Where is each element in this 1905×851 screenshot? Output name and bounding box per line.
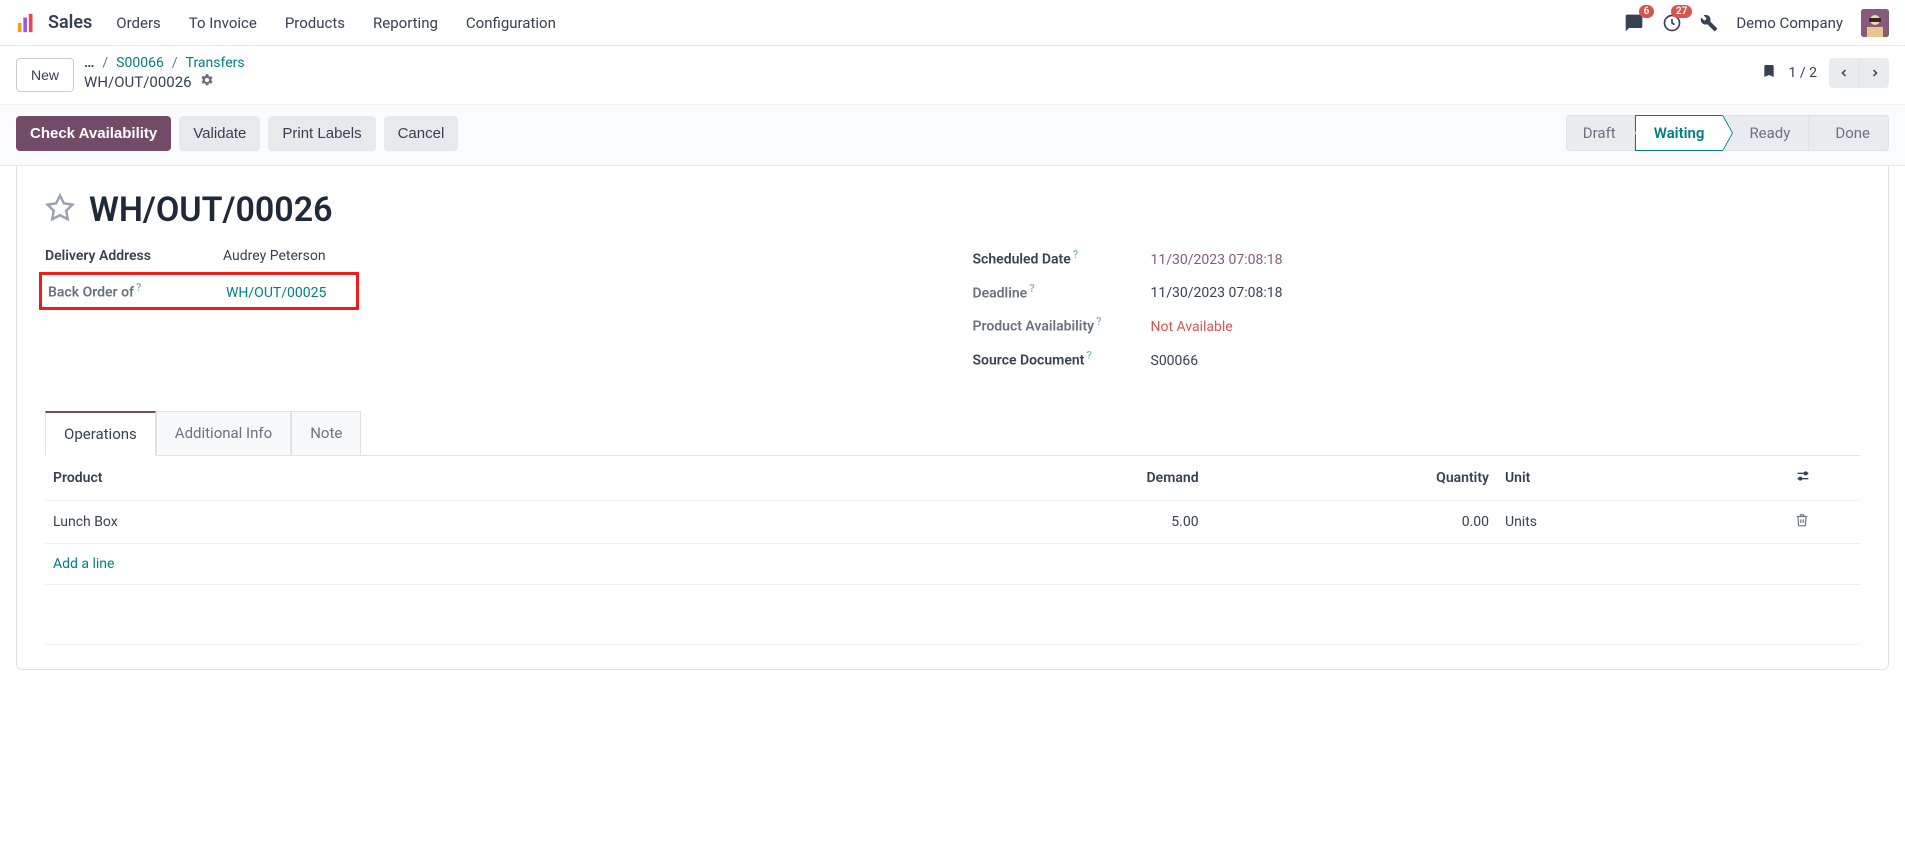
status-done[interactable]: Done bbox=[1809, 115, 1889, 151]
tabs: Operations Additional Info Note bbox=[45, 411, 1860, 456]
nav-item-orders[interactable]: Orders bbox=[116, 14, 161, 32]
pager-next-button[interactable] bbox=[1859, 58, 1889, 88]
activities-icon[interactable]: 27 bbox=[1662, 13, 1682, 33]
source-doc-value[interactable]: S00066 bbox=[1151, 353, 1199, 369]
delete-row-icon[interactable] bbox=[1787, 500, 1860, 543]
breadcrumb-link-transfers[interactable]: Transfers bbox=[186, 55, 245, 71]
breadcrumb-sep: / bbox=[172, 55, 178, 71]
help-icon[interactable]: ? bbox=[136, 281, 141, 294]
highlighted-back-order: Back Order of? WH/OUT/00025 bbox=[39, 272, 359, 310]
breadcrumb-link-order[interactable]: S00066 bbox=[116, 55, 164, 71]
messages-icon[interactable]: 6 bbox=[1624, 13, 1644, 33]
new-button[interactable]: New bbox=[16, 58, 74, 92]
nav-item-configuration[interactable]: Configuration bbox=[466, 14, 556, 32]
brand-label: Sales bbox=[48, 12, 92, 33]
top-nav: Sales Orders To Invoice Products Reporti… bbox=[0, 0, 1905, 46]
cancel-button[interactable]: Cancel bbox=[384, 116, 459, 151]
record-title: WH/OUT/00026 bbox=[89, 190, 333, 230]
deadline-label: Deadline? bbox=[973, 282, 1133, 302]
availability-value: Not Available bbox=[1151, 319, 1233, 335]
availability-label: Product Availability? bbox=[973, 315, 1133, 335]
tab-note[interactable]: Note bbox=[291, 411, 361, 455]
user-avatar[interactable] bbox=[1861, 9, 1889, 37]
left-column: Delivery Address Audrey Peterson Back Or… bbox=[45, 248, 933, 383]
pager-text[interactable]: 1 / 2 bbox=[1789, 65, 1817, 81]
breadcrumb-ellipsis[interactable]: … bbox=[84, 55, 94, 71]
delivery-address-value[interactable]: Audrey Peterson bbox=[223, 248, 326, 264]
top-nav-right: 6 27 Demo Company bbox=[1624, 9, 1889, 37]
bookmark-icon[interactable] bbox=[1761, 62, 1777, 84]
add-line-link[interactable]: Add a line bbox=[45, 543, 916, 584]
help-icon[interactable]: ? bbox=[1096, 315, 1101, 328]
cell-quantity[interactable]: 0.00 bbox=[1207, 500, 1497, 543]
scheduled-date-value[interactable]: 11/30/2023 07:08:18 bbox=[1151, 252, 1283, 268]
cell-demand[interactable]: 5.00 bbox=[916, 500, 1206, 543]
breadcrumb: … / S00066 / Transfers WH/OUT/00026 bbox=[84, 55, 245, 91]
tab-operations[interactable]: Operations bbox=[45, 411, 156, 456]
col-demand[interactable]: Demand bbox=[916, 456, 1206, 501]
activities-badge: 27 bbox=[1671, 5, 1692, 18]
validate-button[interactable]: Validate bbox=[179, 116, 260, 151]
messages-badge: 6 bbox=[1639, 5, 1655, 18]
help-icon[interactable]: ? bbox=[1086, 349, 1091, 362]
operations-table: Product Demand Quantity Unit Lunch Box 5… bbox=[45, 456, 1860, 645]
status-waiting[interactable]: Waiting bbox=[1635, 115, 1724, 151]
nav-item-products[interactable]: Products bbox=[285, 14, 345, 32]
gear-icon[interactable] bbox=[200, 73, 214, 91]
print-labels-button[interactable]: Print Labels bbox=[268, 116, 375, 151]
status-draft[interactable]: Draft bbox=[1566, 115, 1635, 151]
breadcrumb-current: WH/OUT/00026 bbox=[84, 73, 192, 91]
add-line-row[interactable]: Add a line bbox=[45, 543, 1860, 584]
breadcrumb-bar: New … / S00066 / Transfers WH/OUT/00026 … bbox=[0, 46, 1905, 104]
right-column: Scheduled Date? 11/30/2023 07:08:18 Dead… bbox=[973, 248, 1861, 383]
action-bar: Check Availability Validate Print Labels… bbox=[0, 104, 1905, 166]
breadcrumb-right: 1 / 2 bbox=[1761, 58, 1889, 88]
deadline-value: 11/30/2023 07:08:18 bbox=[1151, 285, 1283, 301]
col-product[interactable]: Product bbox=[45, 456, 916, 501]
tab-additional-info[interactable]: Additional Info bbox=[156, 411, 291, 455]
col-options-icon[interactable] bbox=[1787, 456, 1860, 501]
debug-tools-icon[interactable] bbox=[1700, 14, 1718, 32]
status-bar: Draft Waiting Ready Done bbox=[1566, 115, 1889, 151]
delivery-address-label: Delivery Address bbox=[45, 248, 205, 264]
cell-product[interactable]: Lunch Box bbox=[45, 500, 916, 543]
form-sheet: WH/OUT/00026 Delivery Address Audrey Pet… bbox=[16, 166, 1889, 670]
nav-menu: Orders To Invoice Products Reporting Con… bbox=[116, 14, 556, 32]
pager-prev-button[interactable] bbox=[1829, 58, 1859, 88]
source-doc-label: Source Document? bbox=[973, 349, 1133, 369]
breadcrumb-sep: / bbox=[102, 55, 108, 71]
back-order-value[interactable]: WH/OUT/00025 bbox=[226, 285, 326, 301]
top-nav-left: Sales Orders To Invoice Products Reporti… bbox=[16, 12, 556, 34]
status-ready[interactable]: Ready bbox=[1723, 115, 1809, 151]
brand[interactable]: Sales bbox=[16, 12, 92, 34]
app-icon bbox=[16, 12, 38, 34]
company-name[interactable]: Demo Company bbox=[1736, 14, 1843, 32]
help-icon[interactable]: ? bbox=[1029, 282, 1034, 295]
nav-item-to-invoice[interactable]: To Invoice bbox=[189, 14, 257, 32]
col-quantity[interactable]: Quantity bbox=[1207, 456, 1497, 501]
col-unit[interactable]: Unit bbox=[1497, 456, 1787, 501]
cell-unit[interactable]: Units bbox=[1497, 500, 1787, 543]
help-icon[interactable]: ? bbox=[1073, 248, 1078, 261]
priority-star-icon[interactable] bbox=[45, 193, 75, 227]
back-order-label: Back Order of? bbox=[48, 281, 208, 301]
nav-item-reporting[interactable]: Reporting bbox=[373, 14, 438, 32]
table-row[interactable]: Lunch Box 5.00 0.00 Units bbox=[45, 500, 1860, 543]
scheduled-date-label: Scheduled Date? bbox=[973, 248, 1133, 268]
check-availability-button[interactable]: Check Availability bbox=[16, 116, 171, 151]
